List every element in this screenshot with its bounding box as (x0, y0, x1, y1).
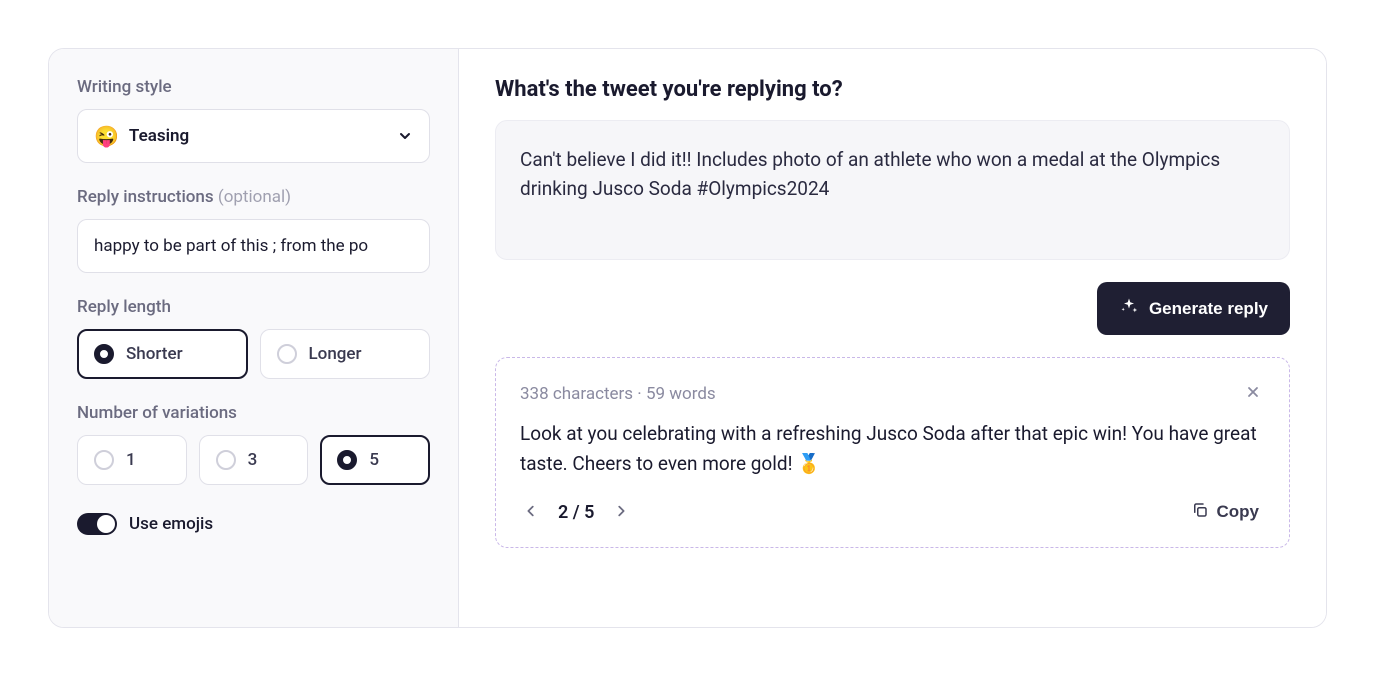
instructions-input[interactable] (77, 219, 430, 273)
variations-group: 1 3 5 (77, 435, 430, 485)
variations-1-label: 1 (126, 450, 136, 470)
result-meta: 338 characters · 59 words (520, 384, 716, 404)
reply-length-group: Shorter Longer (77, 329, 430, 379)
variations-3-label: 3 (248, 450, 258, 470)
radio-icon (337, 450, 357, 470)
settings-sidebar: Writing style 😜 Teasing Reply instructio… (49, 49, 459, 627)
radio-icon (216, 450, 236, 470)
chevron-right-icon (614, 504, 628, 521)
instructions-label: Reply instructions (optional) (77, 187, 430, 207)
app-panel: Writing style 😜 Teasing Reply instructio… (48, 48, 1327, 628)
emoji-toggle-row: Use emojis (77, 513, 430, 535)
radio-icon (94, 450, 114, 470)
close-result-button[interactable] (1241, 380, 1265, 407)
variations-1[interactable]: 1 (77, 435, 187, 485)
sparkles-icon (1119, 296, 1139, 321)
result-body: Look at you celebrating with a refreshin… (520, 419, 1265, 480)
variations-label: Number of variations (77, 403, 430, 423)
writing-style-text: Teasing (129, 126, 189, 146)
copy-label: Copy (1217, 502, 1260, 522)
result-card: 338 characters · 59 words Look at you ce… (495, 357, 1290, 548)
emoji-toggle-label: Use emojis (129, 514, 213, 534)
teasing-emoji-icon: 😜 (94, 124, 119, 148)
reply-length-shorter[interactable]: Shorter (77, 329, 248, 379)
result-footer: 2 / 5 Copy (520, 500, 1265, 525)
pager-next-button[interactable] (610, 500, 632, 525)
copy-button[interactable]: Copy (1185, 500, 1266, 525)
tweet-input[interactable]: Can't believe I did it!! Includes photo … (495, 120, 1290, 260)
variations-5[interactable]: 5 (320, 435, 430, 485)
result-pager: 2 / 5 (520, 500, 632, 525)
emoji-toggle[interactable] (77, 513, 117, 535)
reply-length-longer[interactable]: Longer (260, 329, 431, 379)
radio-icon (277, 344, 297, 364)
instructions-optional: (optional) (218, 187, 291, 207)
copy-icon (1191, 501, 1209, 524)
pager-position: 2 / 5 (558, 502, 594, 523)
reply-length-shorter-label: Shorter (126, 344, 183, 364)
variations-5-label: 5 (369, 450, 379, 470)
chevron-left-icon (524, 504, 538, 521)
close-icon (1245, 388, 1261, 403)
instructions-label-text: Reply instructions (77, 187, 218, 207)
main-content: What's the tweet you're replying to? Can… (459, 49, 1326, 627)
result-header: 338 characters · 59 words (520, 380, 1265, 407)
prompt-heading: What's the tweet you're replying to? (495, 77, 1290, 102)
chevron-down-icon (397, 128, 413, 144)
writing-style-value: 😜 Teasing (94, 124, 189, 148)
generate-reply-button[interactable]: Generate reply (1097, 282, 1290, 335)
writing-style-label: Writing style (77, 77, 430, 97)
writing-style-select[interactable]: 😜 Teasing (77, 109, 430, 163)
pager-prev-button[interactable] (520, 500, 542, 525)
generate-row: Generate reply (495, 282, 1290, 335)
generate-reply-label: Generate reply (1149, 299, 1268, 319)
variations-3[interactable]: 3 (199, 435, 309, 485)
reply-length-longer-label: Longer (309, 344, 362, 364)
reply-length-label: Reply length (77, 297, 430, 317)
radio-icon (94, 344, 114, 364)
toggle-knob (97, 515, 115, 533)
